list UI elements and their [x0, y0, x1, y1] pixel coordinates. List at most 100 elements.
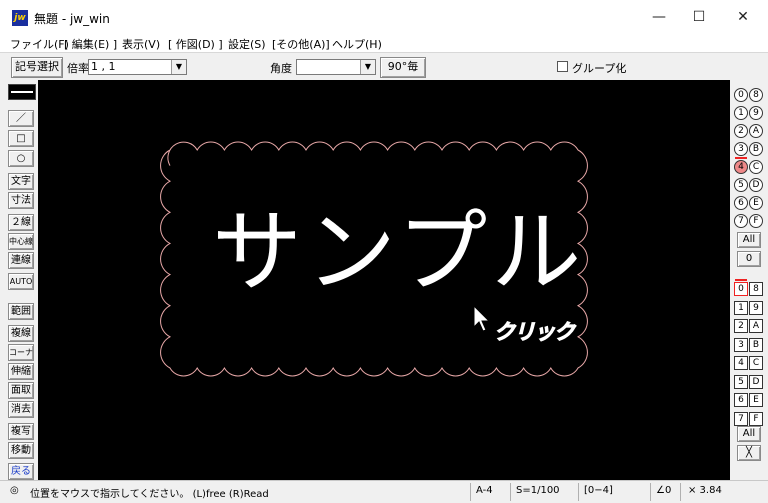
layer-group-F-button[interactable]: F — [749, 214, 763, 228]
active-indicator — [735, 157, 747, 159]
menu-file[interactable]: ファイル(F) — [10, 36, 69, 52]
layer-8-button[interactable]: 8 — [749, 282, 763, 296]
layer-group-all-button[interactable]: All — [737, 232, 761, 248]
layer-7-button[interactable]: 7 — [734, 411, 748, 426]
corner-button[interactable]: コーナー — [8, 344, 34, 361]
layer-5-button[interactable]: 5 — [734, 374, 748, 389]
layer-4-button[interactable]: 4 — [734, 356, 748, 370]
layer-panel: 08192A3B4C5D6E7F All 0 08192A3B4C5D6E7F … — [730, 80, 768, 480]
layer-group-9-button[interactable]: 9 — [749, 106, 763, 120]
layer-group-6-button[interactable]: 6 — [734, 196, 748, 210]
layer-B-button[interactable]: B — [749, 337, 763, 352]
rectangle-tool-button[interactable]: □ — [8, 130, 34, 147]
stretch-button[interactable]: 伸縮 — [8, 363, 34, 380]
layer-group-B-button[interactable]: B — [749, 142, 763, 156]
move-button[interactable]: 移動 — [8, 442, 34, 459]
menu-bar: ファイル(F) [ 編集(E) ] 表示(V) [ 作図(D) ] 設定(S) … — [0, 34, 768, 52]
status-separator — [510, 483, 511, 501]
chevron-down-icon[interactable]: ▼ — [360, 60, 375, 74]
menu-view[interactable]: 表示(V) — [122, 36, 160, 52]
active-indicator — [735, 279, 747, 281]
chamfer-button[interactable]: 面取 — [8, 382, 34, 399]
range-select-button[interactable]: 範囲 — [8, 303, 34, 320]
layer-group-7-button[interactable]: 7 — [734, 214, 748, 228]
window-title: 無題 - jw_win — [34, 12, 110, 26]
status-separator — [578, 483, 579, 501]
layer-A-button[interactable]: A — [749, 319, 763, 333]
close-button[interactable]: ✕ — [720, 0, 766, 34]
scale-value: 1 , 1 — [91, 60, 116, 73]
layer-6-button[interactable]: 6 — [734, 393, 748, 407]
layer-group-zero-button[interactable]: 0 — [737, 251, 761, 267]
layer-C-button[interactable]: C — [749, 356, 763, 370]
status-separator — [680, 483, 681, 501]
circle-tool-button[interactable]: ○ — [8, 150, 34, 167]
layer-E-button[interactable]: E — [749, 393, 763, 407]
drawing-scale[interactable]: S=1/100 — [516, 485, 560, 496]
sample-text: サンプル — [212, 200, 586, 305]
erase-button[interactable]: 消去 — [8, 401, 34, 418]
layer-D-button[interactable]: D — [749, 374, 763, 389]
status-separator — [650, 483, 651, 501]
layer-group-A-button[interactable]: A — [749, 124, 763, 138]
layer-group-4-button[interactable]: 4 — [734, 160, 748, 174]
layer-1-button[interactable]: 1 — [734, 300, 748, 315]
copy-button[interactable]: 複写 — [8, 423, 34, 440]
double-line-tool-button[interactable]: ２線 — [8, 214, 34, 231]
angle-label: 角度 — [270, 62, 292, 75]
undo-button[interactable]: 戻る — [8, 463, 34, 480]
group-checkbox[interactable] — [557, 61, 568, 72]
layer-3-button[interactable]: 3 — [734, 337, 748, 352]
layer-group-5-button[interactable]: 5 — [734, 178, 748, 192]
symbol-select-button[interactable]: 記号選択 — [11, 57, 63, 78]
click-annotation: クリック — [494, 320, 576, 345]
current-layer[interactable]: [0−4] — [584, 485, 613, 496]
layer-all-button[interactable]: All — [737, 426, 761, 442]
line-type-button[interactable] — [8, 84, 36, 100]
layer-group-D-button[interactable]: D — [749, 178, 763, 192]
mouse-cursor-icon — [473, 304, 491, 332]
status-icon: ◎ — [10, 485, 19, 496]
layer-cross-button[interactable]: ╳ — [737, 445, 761, 461]
layer-F-button[interactable]: F — [749, 411, 763, 426]
layer-2-button[interactable]: 2 — [734, 319, 748, 333]
status-separator — [470, 483, 471, 501]
layer-group-E-button[interactable]: E — [749, 196, 763, 210]
continuous-line-tool-button[interactable]: 連線 — [8, 252, 34, 269]
maximize-button[interactable]: ☐ — [676, 0, 722, 34]
every-90-button[interactable]: 90°毎 — [380, 57, 426, 78]
left-tool-panel: ／ □ ○ 文字 寸法 ２線 中心線 連線 AUTO 範囲 複線 コーナー 伸縮… — [0, 80, 38, 480]
menu-edit[interactable]: [ 編集(E) ] — [64, 36, 117, 52]
text-tool-button[interactable]: 文字 — [8, 173, 34, 190]
app-icon[interactable]: jw — [12, 10, 28, 26]
paper-size[interactable]: A-4 — [476, 485, 493, 496]
drawing-canvas[interactable]: サンプル クリック — [38, 80, 730, 480]
angle-select[interactable]: ▼ — [296, 59, 376, 75]
status-message: 位置をマウスで指示してください。 (L)free (R)Read — [30, 489, 269, 500]
layer-group-C-button[interactable]: C — [749, 160, 763, 174]
layer-group-2-button[interactable]: 2 — [734, 124, 748, 138]
menu-help[interactable]: ヘルプ(H) — [332, 36, 382, 52]
dimension-tool-button[interactable]: 寸法 — [8, 192, 34, 209]
line-tool-button[interactable]: ／ — [8, 110, 34, 127]
menu-other[interactable]: [その他(A)] — [272, 36, 330, 52]
status-bar: ◎ 位置をマウスで指示してください。 (L)free (R)Read A-4 S… — [0, 480, 768, 503]
layer-group-3-button[interactable]: 3 — [734, 142, 748, 156]
center-line-tool-button[interactable]: 中心線 — [8, 233, 34, 250]
layer-group-1-button[interactable]: 1 — [734, 106, 748, 120]
scale-select[interactable]: 1 , 1 ▼ — [88, 59, 187, 75]
layer-0-button[interactable]: 0 — [734, 282, 748, 296]
layer-group-8-button[interactable]: 8 — [749, 88, 763, 102]
menu-draw[interactable]: [ 作図(D) ] — [168, 36, 223, 52]
menu-settings[interactable]: 設定(S) — [228, 36, 266, 52]
layer-group-0-button[interactable]: 0 — [734, 88, 748, 102]
offset-line-button[interactable]: 複線 — [8, 325, 34, 342]
angle-readout[interactable]: ∠0 — [656, 485, 671, 496]
layer-9-button[interactable]: 9 — [749, 300, 763, 315]
control-bar: 記号選択 倍率 1 , 1 ▼ 角度 ▼ 90°毎 グループ化 — [0, 52, 768, 80]
chevron-down-icon[interactable]: ▼ — [171, 60, 186, 74]
title-bar: jw 無題 - jw_win — ☐ ✕ — [0, 0, 768, 34]
zoom-readout[interactable]: × 3.84 — [688, 485, 722, 496]
scale-label: 倍率 — [67, 62, 89, 75]
auto-mode-button[interactable]: AUTO — [8, 273, 34, 290]
